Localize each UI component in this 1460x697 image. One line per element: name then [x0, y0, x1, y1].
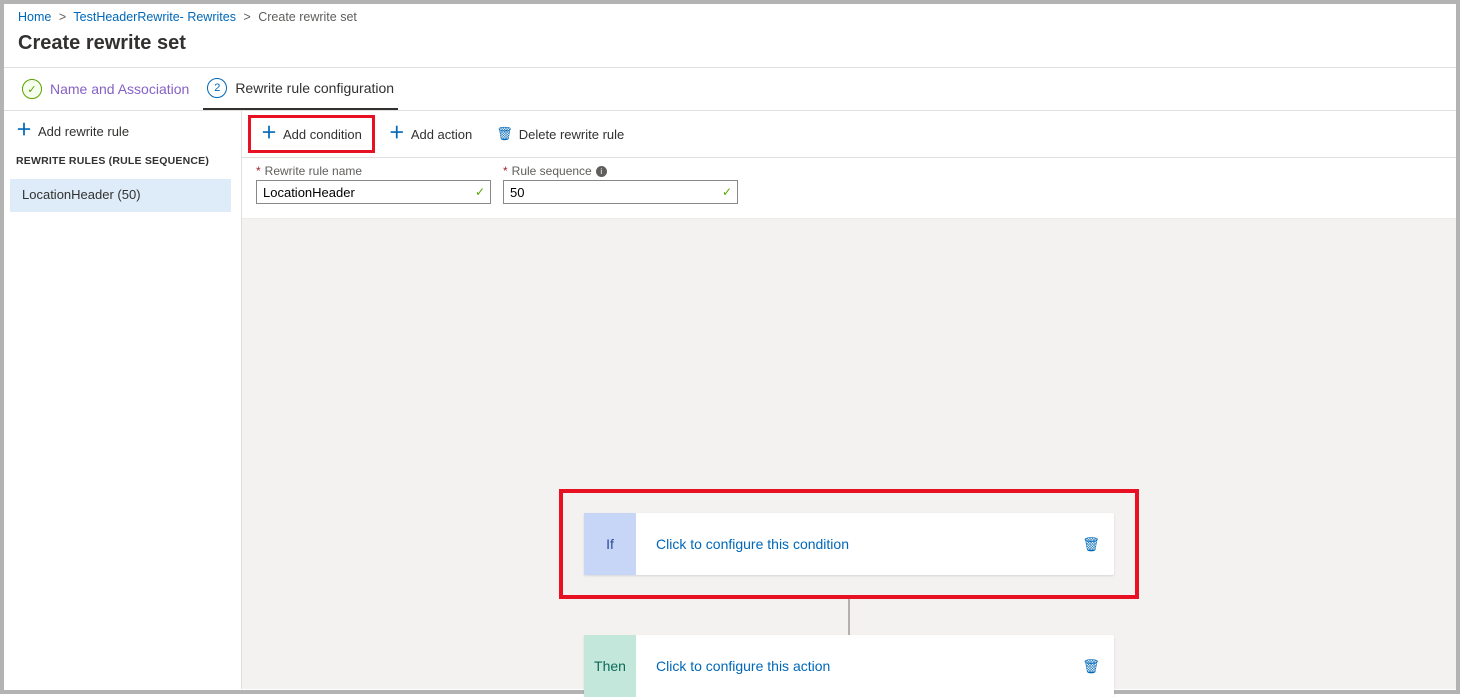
chevron-right-icon: >	[243, 10, 250, 24]
button-label: Delete rewrite rule	[519, 127, 625, 142]
main-toolbar: ＋ Add condition ＋ Add action 🗑 Delete re…	[242, 111, 1456, 158]
breadcrumb-resource[interactable]: TestHeaderRewrite- Rewrites	[73, 10, 236, 24]
required-asterisk: *	[256, 164, 261, 178]
button-label: Add condition	[283, 127, 362, 142]
then-badge: Then	[584, 635, 636, 697]
plus-icon: ＋	[16, 123, 32, 139]
action-card[interactable]: Then Click to configure this action 🗑	[584, 635, 1114, 697]
rewrite-rule-name-input[interactable]	[256, 180, 491, 204]
button-label: Add rewrite rule	[38, 124, 129, 139]
if-badge: If	[584, 513, 636, 575]
button-label: Add action	[411, 127, 472, 142]
flow-connector	[848, 599, 850, 635]
breadcrumb: Home > TestHeaderRewrite- Rewrites > Cre…	[4, 4, 1456, 28]
rules-sidebar: ＋ Add rewrite rule REWRITE RULES (RULE S…	[4, 111, 242, 689]
step-number-icon: 2	[207, 78, 227, 98]
rule-sequence-input[interactable]	[503, 180, 738, 204]
trash-icon: 🗑	[1082, 658, 1100, 674]
tab-name-association[interactable]: ✓ Name and Association	[18, 69, 193, 109]
required-asterisk: *	[503, 164, 508, 178]
label-text: Rewrite rule name	[265, 164, 362, 178]
add-action-button[interactable]: ＋ Add action	[379, 118, 482, 150]
field-label: * Rule sequence i	[503, 164, 738, 178]
plus-icon: ＋	[389, 126, 405, 142]
delete-condition-icon[interactable]: 🗑	[1082, 536, 1114, 553]
configure-condition-link[interactable]: Click to configure this condition	[636, 536, 1082, 552]
page-title: Create rewrite set	[4, 28, 1456, 67]
condition-card-highlight: If Click to configure this condition 🗑	[559, 489, 1139, 599]
check-icon: ✓	[22, 79, 42, 99]
tab-label: Rewrite rule configuration	[235, 80, 394, 96]
rewrite-rule-name-field: * Rewrite rule name ✓	[256, 164, 491, 204]
delete-action-icon[interactable]: 🗑	[1082, 658, 1114, 675]
plus-icon: ＋	[261, 126, 277, 142]
action-card-wrap: Then Click to configure this action 🗑	[559, 635, 1139, 697]
rule-sequence-field: * Rule sequence i ✓	[503, 164, 738, 204]
tab-rewrite-rule-config[interactable]: 2 Rewrite rule configuration	[203, 68, 398, 110]
label-text: Rule sequence	[512, 164, 592, 178]
add-rewrite-rule-button[interactable]: ＋ Add rewrite rule	[4, 111, 241, 151]
chevron-right-icon: >	[59, 10, 66, 24]
delete-rewrite-rule-button[interactable]: 🗑 Delete rewrite rule	[486, 118, 634, 150]
tab-label: Name and Association	[50, 81, 189, 97]
condition-card[interactable]: If Click to configure this condition 🗑	[584, 513, 1114, 575]
trash-icon: 🗑	[496, 126, 513, 142]
field-label: * Rewrite rule name	[256, 164, 491, 178]
rule-form: * Rewrite rule name ✓ * Rule sequence i …	[242, 158, 1456, 219]
rule-list-item-selected[interactable]: LocationHeader (50)	[10, 179, 231, 212]
wizard-tabs: ✓ Name and Association 2 Rewrite rule co…	[4, 67, 1456, 111]
configure-action-link[interactable]: Click to configure this action	[636, 658, 1082, 674]
trash-icon: 🗑	[1082, 536, 1100, 552]
add-condition-button[interactable]: ＋ Add condition	[248, 115, 375, 153]
sidebar-section-label: REWRITE RULES (RULE SEQUENCE)	[4, 151, 241, 177]
info-icon[interactable]: i	[596, 166, 607, 177]
breadcrumb-home[interactable]: Home	[18, 10, 51, 24]
breadcrumb-current: Create rewrite set	[258, 10, 357, 24]
main-content: ＋ Add condition ＋ Add action 🗑 Delete re…	[242, 111, 1456, 689]
rule-flow-canvas: If Click to configure this condition 🗑 T…	[242, 219, 1456, 689]
